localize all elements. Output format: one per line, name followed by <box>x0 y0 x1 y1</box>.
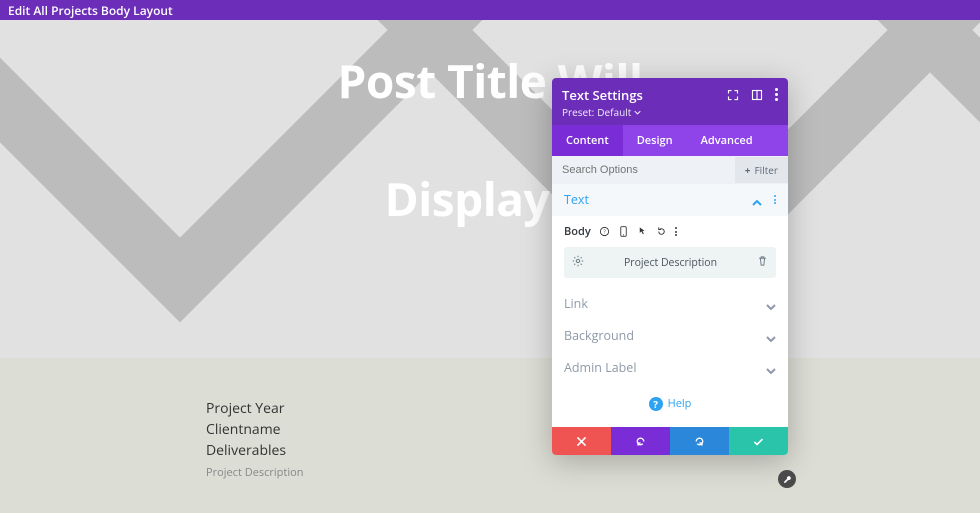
settings-panel-footer <box>552 427 788 455</box>
top-toolbar: Edit All Projects Body Layout <box>0 0 980 20</box>
hero-area: Post Title Will Display H <box>0 20 980 358</box>
field-value: Project Description <box>624 256 717 270</box>
svg-text:?: ? <box>603 228 606 236</box>
body-more-icon[interactable] <box>675 227 677 236</box>
section-link: Link <box>552 288 788 320</box>
section-more-icon[interactable] <box>774 195 776 204</box>
floating-settings-button[interactable] <box>778 470 796 488</box>
tab-advanced[interactable]: Advanced <box>687 125 767 156</box>
hover-icon[interactable] <box>637 226 648 237</box>
dynamic-content-field[interactable]: Project Description <box>564 247 776 278</box>
section-admin-label: Admin Label <box>552 352 788 384</box>
search-bar: + Filter <box>552 156 788 184</box>
section-background-header[interactable]: Background <box>564 327 776 344</box>
help-icon[interactable]: ? <box>599 226 610 237</box>
wrench-icon <box>783 475 792 484</box>
settings-panel-title: Text Settings <box>562 86 643 104</box>
chevron-down-icon <box>766 299 776 309</box>
chevron-up-icon <box>752 195 762 205</box>
help-link[interactable]: ? Help <box>552 384 788 427</box>
help-badge-icon: ? <box>649 397 663 411</box>
section-text: Text <box>552 184 788 216</box>
filter-button[interactable]: + Filter <box>735 157 788 183</box>
preset-selector[interactable]: Preset: Default <box>562 105 643 119</box>
meta-client: Clientname <box>206 419 303 440</box>
tab-design[interactable]: Design <box>623 125 687 156</box>
settings-tabs: Content Design Advanced <box>552 125 788 156</box>
meta-description: Project Description <box>206 465 303 482</box>
chevron-down-icon <box>766 331 776 341</box>
settings-panel[interactable]: Text Settings Preset: Default Content De… <box>552 78 788 455</box>
undo-button[interactable] <box>611 427 670 455</box>
section-link-header[interactable]: Link <box>564 295 776 312</box>
project-meta: Project Year Clientname Deliverables Pro… <box>206 398 303 482</box>
chevron-down-icon <box>634 109 641 116</box>
cancel-button[interactable] <box>552 427 611 455</box>
trash-icon[interactable] <box>757 254 768 271</box>
meta-year: Project Year <box>206 398 303 419</box>
reset-icon[interactable] <box>656 226 667 237</box>
expand-icon[interactable] <box>727 89 739 101</box>
settings-panel-header[interactable]: Text Settings Preset: Default <box>552 78 788 125</box>
search-input[interactable] <box>552 156 735 184</box>
body-controls: Body ? <box>552 216 788 245</box>
more-icon[interactable] <box>775 88 778 101</box>
meta-deliverables: Deliverables <box>206 440 303 461</box>
section-text-header[interactable]: Text <box>564 191 776 208</box>
tablet-icon[interactable] <box>618 226 629 237</box>
tab-content[interactable]: Content <box>552 125 623 156</box>
section-admin-label-header[interactable]: Admin Label <box>564 359 776 376</box>
redo-button[interactable] <box>670 427 729 455</box>
snap-icon[interactable] <box>751 89 763 101</box>
body-label: Body <box>564 224 591 239</box>
page-title: Edit All Projects Body Layout <box>8 2 173 19</box>
chevron-down-icon <box>766 363 776 373</box>
gear-icon[interactable] <box>572 254 584 271</box>
save-button[interactable] <box>729 427 788 455</box>
section-background: Background <box>552 320 788 352</box>
